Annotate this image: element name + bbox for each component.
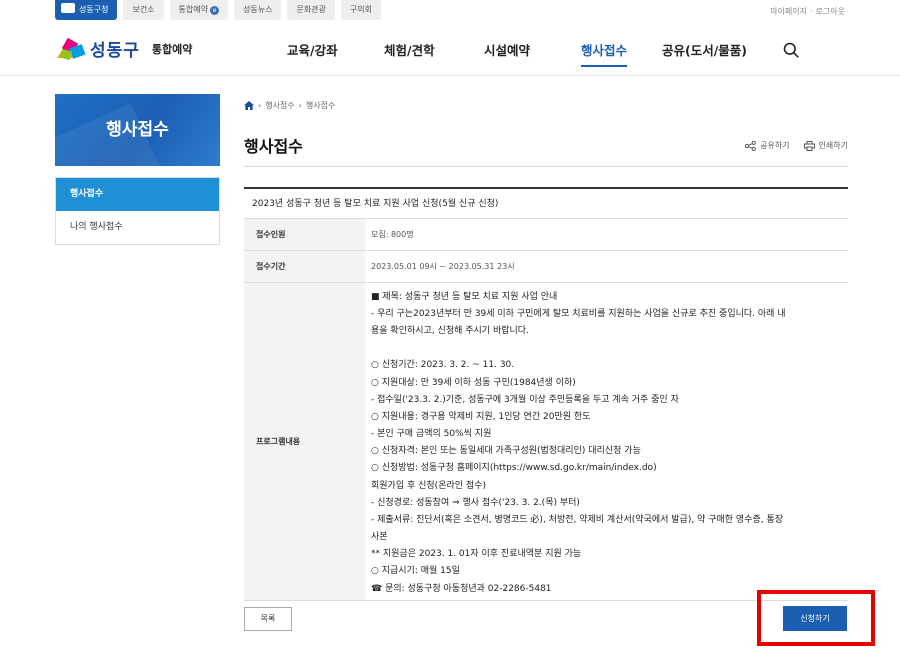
utility-links: 마이페이지 · 로그아웃 (770, 7, 845, 16)
row-value: 2023.05.01 09시 ~ 2023.05.31 23시 (371, 262, 515, 271)
program-line: - 신청경로: 성동참여 ⇒ 행사 접수('23. 3. 2.(목) 부터) (371, 497, 580, 508)
program-line: ○ 신청기간: 2023. 3. 2. ~ 11. 30. (371, 360, 515, 371)
program-content: ■ 제목: 성동구 청년 등 탈모 치료 지원 사업 안내 - 우리 구는2023… (365, 283, 848, 600)
row-label: 접수기간 (244, 251, 365, 282)
search-icon[interactable] (783, 42, 799, 58)
nav-sharing[interactable]: 공유(도서/물품) (662, 40, 747, 59)
sidebar-item-event[interactable]: 행사접수 (56, 178, 219, 211)
site-header: 성동구 통합예약 교육/강좌 체험/견학 시설예약 행사접수 공유(도서/물품) (0, 24, 900, 76)
page-actions: 공유하기 인쇄하기 (745, 140, 848, 151)
row-label: 접수인원 (244, 219, 365, 250)
site-tab-health[interactable]: 보건소 (123, 0, 164, 20)
program-line: ** 지원금은 2023. 1. 01자 이후 진료내역분 지원 가능 (371, 549, 582, 560)
sidebar-menu: 행사접수 나의 행사접수 (55, 177, 220, 245)
mypage-link[interactable]: 마이페이지 (770, 7, 807, 16)
table-row: 접수인원 모집: 800명 (244, 219, 848, 251)
site-tab-seongdong[interactable]: 성동구청 (55, 0, 118, 20)
program-line: 사본 (371, 532, 388, 543)
event-detail-table: 2023년 성동구 청년 등 탈모 치료 지원 사업 신청(5월 신규 신청) … (244, 187, 848, 601)
logout-link[interactable]: 로그아웃 (816, 7, 845, 16)
program-line: - 본인 구매 금액의 50%씩 지원 (371, 429, 492, 440)
breadcrumb-item[interactable]: 행사접수 (265, 100, 294, 111)
badge-icon: e (210, 6, 219, 15)
program-line: 용을 확인하시고, 신청해 주시기 바랍니다. (371, 326, 529, 337)
title-divider (244, 166, 848, 167)
program-line: ○ 지급시기: 매월 15일 (371, 566, 460, 577)
share-icon (745, 140, 756, 151)
site-tab-culture[interactable]: 문화관광 (287, 0, 335, 20)
nav-facility[interactable]: 시설예약 (484, 40, 530, 59)
page-title: 행사접수 (244, 137, 303, 156)
chevron-right-icon: › (298, 101, 302, 110)
sidebar-title: 행사접수 (55, 94, 220, 166)
printer-icon (803, 140, 815, 151)
seongdong-logo-icon (61, 3, 75, 13)
list-button[interactable]: 목록 (244, 607, 292, 631)
top-site-strip: 성동구청 보건소 통합예약 e 성동뉴스 문화관광 구의회 마이페이지 · 로그아웃 (0, 0, 900, 24)
event-title: 2023년 성동구 청년 등 탈모 치료 지원 사업 신청(5월 신규 신청) (244, 189, 848, 219)
print-button[interactable]: 인쇄하기 (803, 140, 848, 151)
program-line: ○ 지원대상: 만 39세 이하 성동 구민(1984년생 이하) (371, 377, 576, 388)
program-line: ○ 신청자격: 본인 또는 동일세대 가족구성원(법정대리인) 대리신청 가능 (371, 446, 641, 457)
program-line (371, 340, 842, 357)
chevron-right-icon: › (258, 101, 262, 110)
program-line: ■ 제목: 성동구 청년 등 탈모 치료 지원 사업 안내 (371, 292, 558, 302)
row-label: 프로그램내용 (244, 283, 365, 600)
program-line: - 제출서류: 진단서(혹은 소견서, 병명코드 必), 처방전, 약제비 계산… (371, 514, 784, 525)
nav-education[interactable]: 교육/강좌 (287, 40, 338, 59)
sidebar-item-my-event[interactable]: 나의 행사접수 (56, 211, 219, 244)
nav-experience[interactable]: 체험/견학 (384, 40, 435, 59)
program-line: - 접수일('23.3. 2.)기준, 성동구에 3개월 이상 주민등록을 두고… (371, 394, 679, 405)
share-button[interactable]: 공유하기 (745, 140, 790, 151)
breadcrumb: › 행사접수 › 행사접수 (244, 100, 335, 111)
site-tabs: 성동구청 보건소 통합예약 e 성동뉴스 문화관광 구의회 (55, 0, 381, 20)
site-tab-council[interactable]: 구의회 (340, 0, 381, 20)
home-icon[interactable] (244, 101, 254, 110)
main-nav: 교육/강좌 체험/견학 시설예약 행사접수 공유(도서/물품) (0, 24, 900, 76)
program-line: ○ 지원내용: 경구용 약제비 지원, 1인당 연간 20만원 한도 (371, 411, 591, 422)
program-line: 회원가입 후 신청(온라인 접수) (371, 480, 486, 491)
nav-event[interactable]: 행사접수 (581, 40, 628, 67)
table-row: 접수기간 2023.05.01 09시 ~ 2023.05.31 23시 (244, 251, 848, 283)
row-value: 모집: 800명 (371, 230, 414, 239)
program-line: - 우리 구는2023년부터 만 39세 이하 구민에게 탈모 치료비를 지원하… (371, 309, 786, 320)
breadcrumb-item[interactable]: 행사접수 (306, 100, 335, 111)
table-row-program: 프로그램내용 ■ 제목: 성동구 청년 등 탈모 치료 지원 사업 안내 - 우리… (244, 283, 848, 601)
site-tab-news[interactable]: 성동뉴스 (234, 0, 282, 20)
apply-button[interactable]: 신청하기 (783, 606, 847, 631)
site-tab-booking[interactable]: 통합예약 e (169, 0, 228, 20)
program-line: ○ 신청방법: 성동구청 홈페이지(https://www.sd.go.kr/m… (371, 463, 657, 474)
